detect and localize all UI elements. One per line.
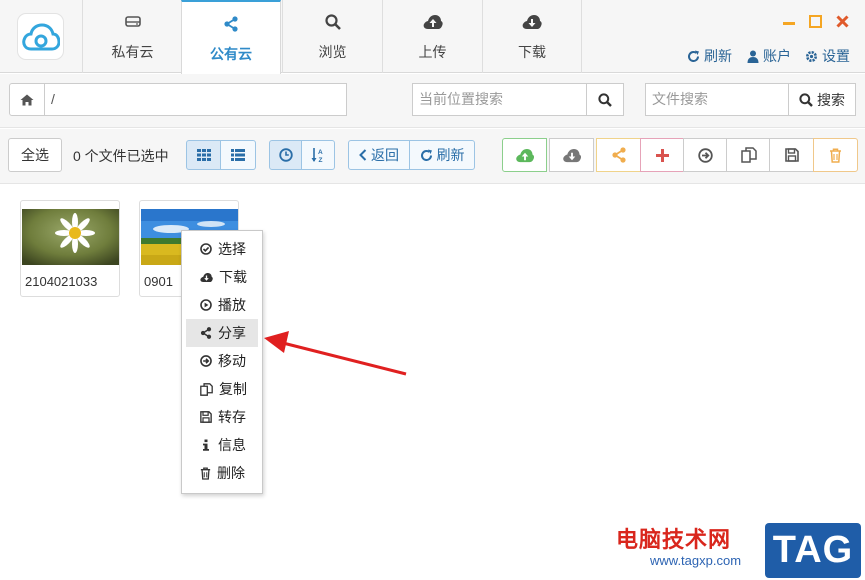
watermark-tag-logo: TAG [765,523,861,578]
app-window: 私有云 公有云 浏览 上传 下载 刷新 账户 设置 / 当前位置搜索 文件搜索 … [0,0,865,580]
watermark-url: www.tagxp.com [650,553,742,568]
annotation-arrow [264,331,407,376]
watermark-site-name: 电脑技术网 [616,527,732,552]
